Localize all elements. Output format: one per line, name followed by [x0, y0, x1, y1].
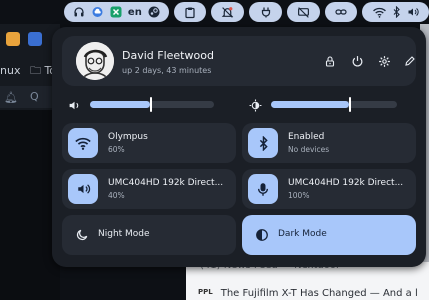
article-line: PPL The Fujifilm X-T Has Changed — And a…	[198, 288, 418, 299]
wifi-icon	[372, 7, 386, 18]
volume-slider-fill	[90, 101, 150, 108]
audio-output-device: UMC404HD 192k Direct...	[108, 178, 224, 188]
power-profile-button[interactable]	[249, 2, 282, 22]
power-icon	[352, 55, 362, 66]
speaker-icon	[77, 184, 90, 194]
lock-button[interactable]	[321, 52, 339, 70]
folder-icon	[6, 32, 20, 46]
night-mode-tile[interactable]: Night Mode	[62, 215, 236, 255]
wifi-toggle[interactable]	[68, 128, 98, 158]
volume-icon	[68, 97, 81, 116]
brightness-slider[interactable]	[271, 97, 397, 112]
user-card: David Fleetwood up 2 days, 43 minutes	[62, 36, 416, 86]
xbox-icon[interactable]	[110, 6, 122, 18]
screen-off-icon	[297, 6, 309, 18]
settings-button[interactable]	[375, 52, 393, 70]
bell-off-icon	[222, 6, 234, 18]
user-name: David Fleetwood	[122, 49, 214, 62]
edit-icon	[405, 56, 415, 66]
wifi-network-name: Olympus	[108, 132, 148, 142]
volume-icon	[408, 8, 419, 16]
steam-icon[interactable]	[148, 6, 160, 18]
audio-output-toggle[interactable]	[68, 174, 98, 204]
cloud-sync-icon[interactable]	[91, 6, 104, 18]
language-indicator[interactable]: en	[128, 7, 142, 18]
audio-input-device: UMC404HD 192k Direct...	[288, 178, 404, 188]
dark-mode-label: Dark Mode	[278, 229, 327, 239]
search-icon: Q	[30, 90, 39, 103]
power-button[interactable]	[348, 52, 366, 70]
bluetooth-status: Enabled	[288, 132, 325, 142]
moon-icon	[74, 227, 90, 243]
lock-icon	[325, 55, 335, 67]
brightness-icon	[249, 97, 262, 116]
microphone-icon	[257, 182, 269, 196]
brightness-slider-handle[interactable]	[349, 97, 352, 112]
article-badge: PPL	[198, 288, 213, 296]
brightness-slider-fill	[271, 101, 350, 108]
system-tray[interactable]: en	[64, 2, 169, 22]
audio-input-toggle[interactable]	[248, 174, 278, 204]
settings-icon	[378, 55, 390, 67]
background-app-left: nux 🗀 To 🔔︎ Q	[0, 24, 60, 300]
headset-icon[interactable]	[73, 6, 85, 18]
bell-icon: 🔔︎	[4, 91, 18, 104]
top-bar: en	[64, 0, 429, 24]
audio-output-volume: 40%	[108, 191, 125, 200]
screen-button[interactable]	[286, 2, 320, 22]
wifi-tile[interactable]: Olympus 60%	[62, 123, 236, 163]
wifi-strength: 60%	[108, 145, 125, 154]
link-icon	[335, 9, 347, 15]
background-feed: (41) News Feed — Nextdoor PPL The Fujifi…	[186, 260, 429, 300]
background-searchbar: 🔔︎ Q	[0, 86, 60, 108]
clipboard-icon	[185, 7, 195, 18]
bluetooth-devices: No devices	[288, 145, 330, 154]
edit-button[interactable]	[401, 52, 419, 70]
article-title: The Fujifilm X-T Has Changed — And a l	[220, 288, 418, 299]
audio-input-tile[interactable]: UMC404HD 192k Direct... 100%	[242, 169, 416, 209]
clipboard-button[interactable]	[173, 2, 207, 22]
wifi-icon	[75, 137, 91, 150]
bluetooth-icon	[259, 135, 268, 151]
bluetooth-icon	[393, 6, 400, 18]
notifications-button[interactable]	[211, 2, 245, 22]
night-mode-label: Night Mode	[98, 229, 150, 239]
background-toolbar	[6, 32, 42, 46]
bookmark-label: nux	[0, 64, 21, 77]
volume-slider[interactable]	[90, 97, 214, 112]
audio-output-tile[interactable]: UMC404HD 192k Direct... 40%	[62, 169, 236, 209]
audio-input-volume: 100%	[288, 191, 310, 200]
status-indicators[interactable]	[362, 2, 429, 22]
link-button[interactable]	[324, 2, 358, 22]
uptime-text: up 2 days, 43 minutes	[122, 66, 212, 75]
background-bookmarks: nux 🗀 To	[0, 62, 56, 81]
plug-icon	[261, 7, 270, 17]
quick-settings-panel: David Fleetwood up 2 days, 43 minutes Ol…	[52, 27, 426, 267]
volume-slider-handle[interactable]	[149, 97, 152, 112]
bluetooth-tile[interactable]: Enabled No devices	[242, 123, 416, 163]
app-icon	[28, 32, 42, 46]
folder-icon: 🗀	[29, 64, 41, 77]
background-sidebar	[0, 110, 60, 300]
dark-mode-icon	[254, 227, 270, 243]
bluetooth-toggle[interactable]	[248, 128, 278, 158]
dark-mode-tile[interactable]: Dark Mode	[242, 215, 416, 255]
avatar[interactable]	[76, 42, 114, 80]
